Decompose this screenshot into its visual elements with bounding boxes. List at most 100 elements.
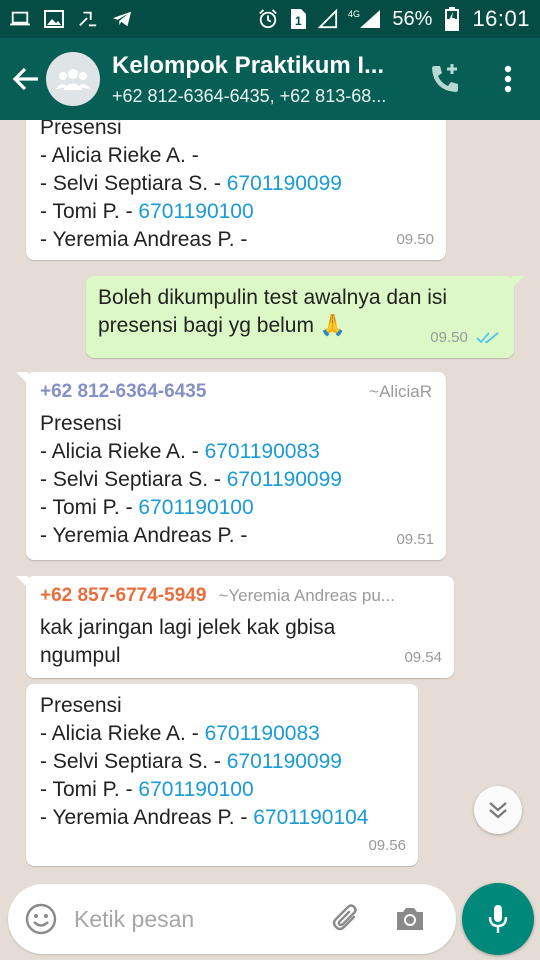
voice-message-button[interactable]	[462, 883, 534, 955]
phone-number-link[interactable]: 6701190100	[138, 200, 253, 223]
chat-title-area[interactable]: Kelompok Praktikum I... +62 812-6364-643…	[112, 52, 412, 107]
status-bar: 1 4G 56% 16:01	[0, 0, 540, 38]
message-line: - Alicia Rieke A. - 6701190083	[40, 438, 432, 466]
message-line: - Selvi Septiara S. - 6701190099	[40, 466, 432, 494]
message-text: Presensi	[40, 412, 122, 435]
emoji-button[interactable]	[24, 902, 58, 936]
network-label: 4G	[348, 9, 360, 19]
battery-percent: 56%	[392, 7, 433, 30]
battery-charging-icon	[442, 7, 462, 31]
message-line: Presensi	[40, 410, 432, 438]
message-line: - Selvi Septiara S. - 6701190099	[40, 748, 404, 776]
message-bubble[interactable]: +62 812-6364-6435 ~AliciaR Presensi - Al…	[16, 372, 446, 560]
message-time: 09.54	[404, 649, 442, 666]
back-button[interactable]	[6, 59, 46, 99]
message-line: ngumpul	[40, 642, 440, 670]
phone-number-link[interactable]: 6701190083	[205, 440, 320, 463]
double-chevron-down-icon	[489, 802, 507, 819]
phone-number-link[interactable]: 6701190099	[227, 172, 342, 195]
microphone-icon	[488, 905, 508, 933]
message-time: 09.51	[396, 531, 434, 548]
message-bubble[interactable]: Presensi - Alicia Rieke A. - - Selvi Sep…	[26, 120, 446, 260]
message-line: - Tomi P. - 6701190100	[40, 198, 432, 226]
chat-header: Kelompok Praktikum I... +62 812-6364-643…	[0, 38, 540, 120]
message-text: - Tomi P. -	[40, 778, 139, 801]
message-line: - Alicia Rieke A. -	[40, 142, 432, 170]
alarm-icon	[258, 9, 278, 29]
message-line: - Alicia Rieke A. - 6701190083	[40, 720, 404, 748]
message-line: Boleh dikumpulin test awalnya dan isi	[98, 284, 500, 312]
more-options-button[interactable]	[494, 60, 522, 98]
paperclip-icon	[332, 904, 357, 931]
sender-alias: ~AliciaR	[369, 382, 432, 401]
group-members: +62 812-6364-6435, +62 813-68...	[112, 85, 387, 106]
message-text: - Tomi P. -	[40, 200, 139, 223]
scroll-to-bottom-button[interactable]	[474, 786, 522, 834]
message-time: 09.56	[368, 837, 406, 854]
sender-phone[interactable]: +62 857-6774-5949	[40, 584, 206, 608]
clock: 16:01	[472, 6, 530, 31]
message-bubble-outgoing[interactable]: Boleh dikumpulin test awalnya dan isi pr…	[86, 276, 524, 358]
phone-number-link[interactable]: 6701190104	[253, 806, 368, 829]
telegram-icon	[112, 10, 132, 28]
message-line: - Yeremia Andreas P. -	[40, 226, 432, 254]
message-time-text: 09.50	[430, 329, 468, 346]
message-line: Presensi	[40, 120, 432, 142]
sender-alias: ~Yeremia Andreas pu...	[218, 586, 395, 605]
message-text: - Yeremia Andreas P. -	[40, 806, 254, 829]
message-line: Presensi	[40, 692, 404, 720]
message-bubble[interactable]: +62 857-6774-5949 ~Yeremia Andreas pu...…	[16, 576, 454, 678]
phone-number-link[interactable]: 6701190099	[227, 750, 342, 773]
message-text: - Selvi Septiara S. -	[40, 172, 227, 195]
group-name: Kelompok Praktikum I...	[112, 51, 385, 79]
message-text: presensi bagi yg belum	[98, 314, 320, 337]
chat-area[interactable]: Presensi - Alicia Rieke A. - - Selvi Sep…	[0, 120, 540, 876]
message-input[interactable]	[74, 905, 314, 933]
message-text: - Yeremia Andreas P. -	[40, 524, 248, 547]
message-text: - Tomi P. -	[40, 496, 139, 519]
attach-button[interactable]	[328, 901, 364, 937]
message-line: - Selvi Septiara S. - 6701190099	[40, 170, 432, 198]
message-line: - Tomi P. - 6701190100	[40, 776, 404, 804]
phone-number-link[interactable]: 6701190083	[205, 722, 320, 745]
no-signal-icon	[318, 8, 338, 29]
message-text: - Selvi Septiara S. -	[40, 468, 227, 491]
more-vert-icon	[504, 65, 512, 93]
laptop-icon	[10, 10, 30, 28]
camera-button[interactable]	[392, 901, 428, 937]
message-line: - Yeremia Andreas P. - 6701190104	[40, 804, 404, 832]
phone-number-link[interactable]: 6701190100	[138, 496, 253, 519]
add-call-button[interactable]	[426, 60, 464, 98]
pray-emoji: 🙏	[319, 314, 346, 337]
message-sender: +62 812-6364-6435 ~AliciaR	[40, 380, 432, 404]
message-bubble[interactable]: Presensi - Alicia Rieke A. - 6701190083 …	[26, 684, 418, 866]
message-composer	[8, 884, 456, 954]
message-text: Presensi	[40, 694, 122, 717]
message-text: - Selvi Septiara S. -	[40, 750, 227, 773]
message-text: ngumpul	[40, 644, 121, 667]
svg-text:1: 1	[295, 14, 302, 28]
message-sender: +62 857-6774-5949 ~Yeremia Andreas pu...	[40, 584, 440, 608]
message-time: 09.50	[430, 324, 500, 352]
phone-number-link[interactable]: 6701190099	[227, 468, 342, 491]
phone-number-link[interactable]: 6701190100	[138, 778, 253, 801]
smiley-icon	[25, 903, 57, 935]
message-line: kak jaringan lagi jelek kak gbisa	[40, 614, 440, 642]
message-text: - Yeremia Andreas P. -	[40, 228, 248, 251]
phone-add-icon	[432, 64, 458, 92]
arrow-left-icon	[12, 67, 38, 91]
message-line: - Tomi P. - 6701190100	[40, 494, 432, 522]
group-icon	[56, 69, 90, 90]
message-text: - Alicia Rieke A. -	[40, 144, 199, 167]
data-transfer-icon	[78, 10, 98, 28]
sender-phone[interactable]: +62 812-6364-6435	[40, 380, 206, 404]
message-time: 09.50	[396, 231, 434, 248]
message-text: Boleh dikumpulin test awalnya dan isi	[98, 286, 448, 309]
message-text: - Alicia Rieke A. -	[40, 440, 205, 463]
group-avatar[interactable]	[46, 52, 100, 106]
sim-icon: 1	[288, 9, 308, 29]
message-text: Presensi	[40, 120, 122, 139]
image-icon	[44, 10, 64, 28]
read-ticks-icon	[476, 332, 499, 344]
message-text: - Alicia Rieke A. -	[40, 722, 205, 745]
